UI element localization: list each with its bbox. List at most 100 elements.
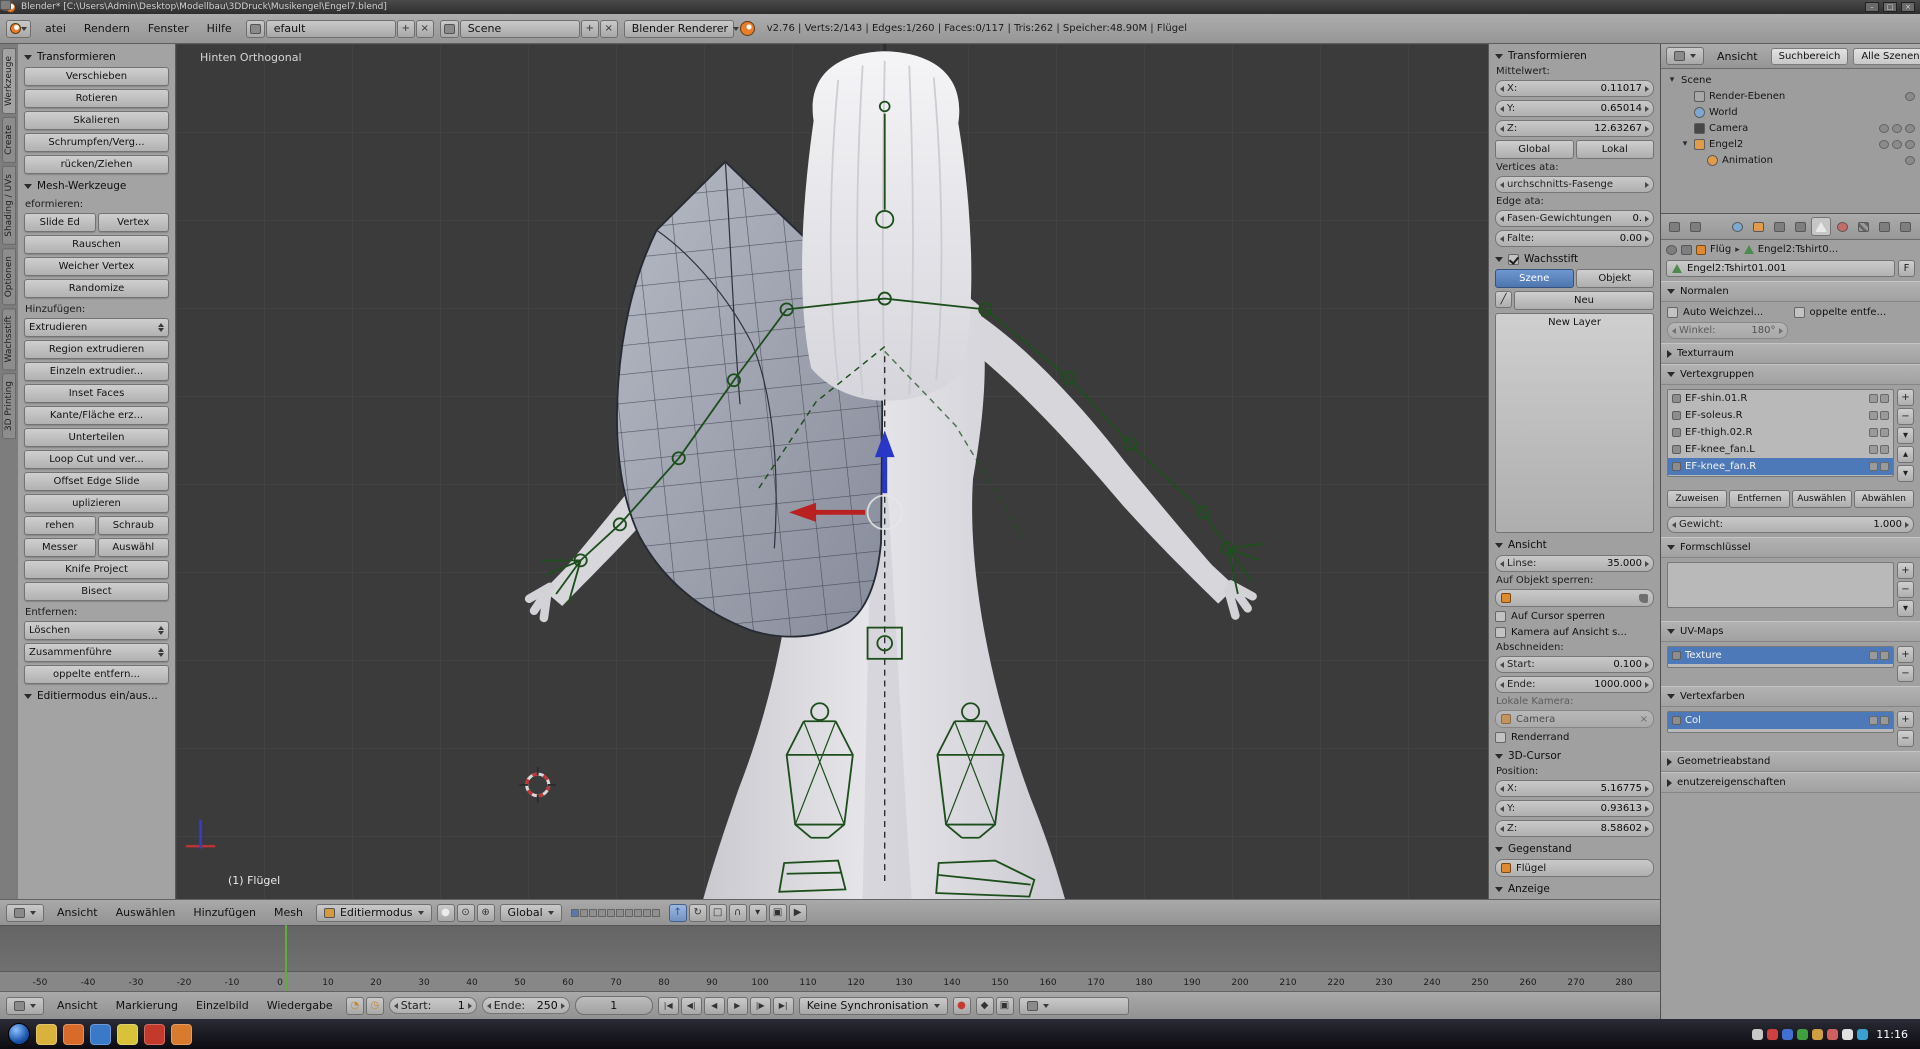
eyedropper-icon[interactable] [1639, 594, 1648, 603]
tab-wachsstift[interactable]: Wachsstift [2, 308, 16, 370]
tool-button-uplizieren[interactable]: uplizieren [24, 494, 169, 513]
blender-taskbar-icon[interactable] [171, 1024, 192, 1045]
keying-set-icon[interactable]: ◆ [976, 997, 994, 1015]
close-layout-button[interactable]: × [416, 20, 434, 38]
viewport-shading-icon[interactable]: ● [437, 904, 455, 922]
tool-button-kante-fläche-erz[interactable]: Kante/Fläche erz... [24, 406, 169, 425]
vertex-group-row[interactable]: EF-knee_fan.R [1668, 458, 1893, 475]
tab-werkzeuge[interactable]: Werkzeuge [2, 48, 16, 114]
bevel-weight-field[interactable]: Fasen-Gewichtungen0. [1495, 210, 1654, 227]
fake-user-button[interactable]: F [1898, 260, 1915, 277]
add-layout-button[interactable]: + [397, 20, 415, 38]
tray-volume[interactable] [1752, 1029, 1763, 1040]
pin-icon[interactable] [1869, 411, 1878, 420]
lokal-button[interactable]: Lokal [1576, 140, 1655, 159]
opengl-render-icon[interactable]: ▣ [769, 904, 787, 922]
mode-dropdown[interactable]: Editiermodus [316, 904, 432, 922]
breadcrumb-data[interactable]: Engel2:Tshirt0... [1758, 244, 1838, 255]
keying-set-dropdown[interactable] [1019, 997, 1129, 1015]
outliner-render-icon[interactable] [1905, 140, 1915, 149]
uvmap-row[interactable]: Texture [1668, 647, 1893, 664]
pin-icon[interactable] [1666, 245, 1677, 255]
outliner-search-button[interactable]: Suchbereich [1771, 48, 1849, 65]
panel-ansicht[interactable]: Ansicht [1495, 536, 1654, 552]
panel-header-transformieren[interactable]: Transformieren [24, 48, 169, 64]
explorer-taskbar-icon[interactable] [36, 1024, 57, 1045]
wrench-icon[interactable] [1681, 245, 1692, 255]
lens-field[interactable]: Linse:35.000 [1495, 555, 1654, 572]
tool-button-knife-project[interactable]: Knife Project [24, 560, 169, 579]
grease-scene-button[interactable]: Szene [1495, 269, 1574, 288]
add-button[interactable]: + [1897, 646, 1914, 663]
layer-toggle[interactable] [571, 909, 579, 917]
vertex-group-row[interactable]: EF-shin.01.R [1668, 390, 1893, 407]
lock-cursor-checkbox[interactable] [1495, 611, 1506, 622]
timeline-menu-einzelbild[interactable]: Einzelbild [188, 996, 257, 1015]
play-reverse-button[interactable]: ◀ [704, 997, 725, 1015]
manipulator-scale-icon[interactable]: □ [709, 904, 727, 922]
close-scene-button[interactable]: × [600, 20, 618, 38]
weight-field[interactable]: Gewicht:1.000 [1667, 516, 1914, 533]
vertex-group-row[interactable]: EF-thigh.02.R [1668, 424, 1893, 441]
auto-smooth-checkbox[interactable] [1667, 307, 1678, 318]
jump-to-start-button[interactable]: |◀ [658, 997, 679, 1015]
tool-button-offset-edge-slide[interactable]: Offset Edge Slide [24, 472, 169, 491]
props-tab-data[interactable] [1811, 217, 1831, 236]
menu-rendern[interactable]: Rendern [76, 19, 138, 38]
tool-button-loop-cut-und-ver[interactable]: Loop Cut und ver... [24, 450, 169, 469]
tool-button-unterteilen[interactable]: Unterteilen [24, 428, 169, 447]
tab-shading-uvs[interactable]: Shading / UVs [2, 166, 16, 245]
tab-create[interactable]: Create [2, 117, 16, 163]
frame-start-field[interactable]: Start:1 [389, 997, 477, 1014]
tab-3d-printing[interactable]: 3D Printing [2, 373, 16, 439]
outliner-row-world[interactable]: World [1664, 104, 1917, 120]
bevel-weight-mode-field[interactable]: urchschnitts-Fasenge [1495, 176, 1654, 193]
clip-end-field[interactable]: Ende:1000.000 [1495, 676, 1654, 693]
panel-wachsstift[interactable]: Wachsstift [1495, 250, 1654, 266]
jump-to-end-button[interactable]: ▶| [773, 997, 794, 1015]
render-icon[interactable] [1880, 411, 1889, 420]
section-vertexfarben[interactable]: Vertexfarben [1661, 686, 1920, 707]
lock-object-field[interactable] [1495, 589, 1654, 607]
clear-icon[interactable]: × [1640, 714, 1648, 725]
outliner-eye-icon[interactable] [1879, 140, 1889, 149]
timeline-menu-wiedergabe[interactable]: Wiedergabe [259, 996, 341, 1015]
double-sided-checkbox[interactable] [1794, 307, 1805, 318]
datablock-name-field[interactable]: Engel2:Tshirt01.001 [1666, 260, 1895, 277]
camera-to-view-checkbox[interactable] [1495, 627, 1506, 638]
add-button[interactable]: + [1897, 389, 1914, 406]
layer-toggle[interactable] [652, 909, 660, 917]
timeline-menu-markierung[interactable]: Markierung [108, 996, 186, 1015]
snap-magnet-icon[interactable]: ∩ [729, 904, 747, 922]
opera-taskbar-icon[interactable] [144, 1024, 165, 1045]
add-scene-button[interactable]: + [581, 20, 599, 38]
remove-button[interactable]: − [1897, 408, 1914, 425]
timeline-ruler[interactable]: -50-40-30-20-100102030405060708090100110… [0, 971, 1660, 991]
tool-button-randomize[interactable]: Randomize [24, 279, 169, 298]
cursor-x-field[interactable]: X:5.16775 [1495, 780, 1654, 797]
outliner-select-icon[interactable] [1892, 124, 1902, 133]
render-border-checkbox[interactable] [1495, 732, 1506, 743]
layer-toggle[interactable] [625, 909, 633, 917]
pin-icon[interactable] [1869, 445, 1878, 454]
minimize-button[interactable]: – [1865, 2, 1879, 12]
move-up-button[interactable]: ▴ [1897, 446, 1914, 463]
tool-button-einzeln-extrudier[interactable]: Einzeln extrudier... [24, 362, 169, 381]
snap-element-icon[interactable]: ▾ [749, 904, 767, 922]
median-z-field[interactable]: Z:12.63267 [1495, 120, 1654, 137]
tray-network[interactable] [1782, 1029, 1793, 1040]
outliner-row-engel2[interactable]: ▾Engel2 [1664, 136, 1917, 152]
props-tab-scene[interactable] [1706, 217, 1726, 236]
pin-icon[interactable] [1869, 651, 1878, 660]
props-tab-constraints[interactable] [1769, 217, 1789, 236]
vertex-color-row[interactable]: Col [1668, 712, 1893, 729]
crease-field[interactable]: Falte:0.00 [1495, 230, 1654, 247]
props-tab-material[interactable] [1832, 217, 1852, 236]
remove-button[interactable]: − [1897, 665, 1914, 682]
props-tab-world[interactable] [1727, 217, 1747, 236]
sync-dropdown[interactable]: Keine Synchronisation [799, 997, 948, 1015]
props-tab-physics[interactable] [1895, 217, 1915, 236]
deselect-button[interactable]: Abwählen [1854, 490, 1914, 508]
tool-menu-löschen[interactable]: Löschen [24, 621, 169, 640]
vertex-group-row[interactable]: EF-soleus.R [1668, 407, 1893, 424]
